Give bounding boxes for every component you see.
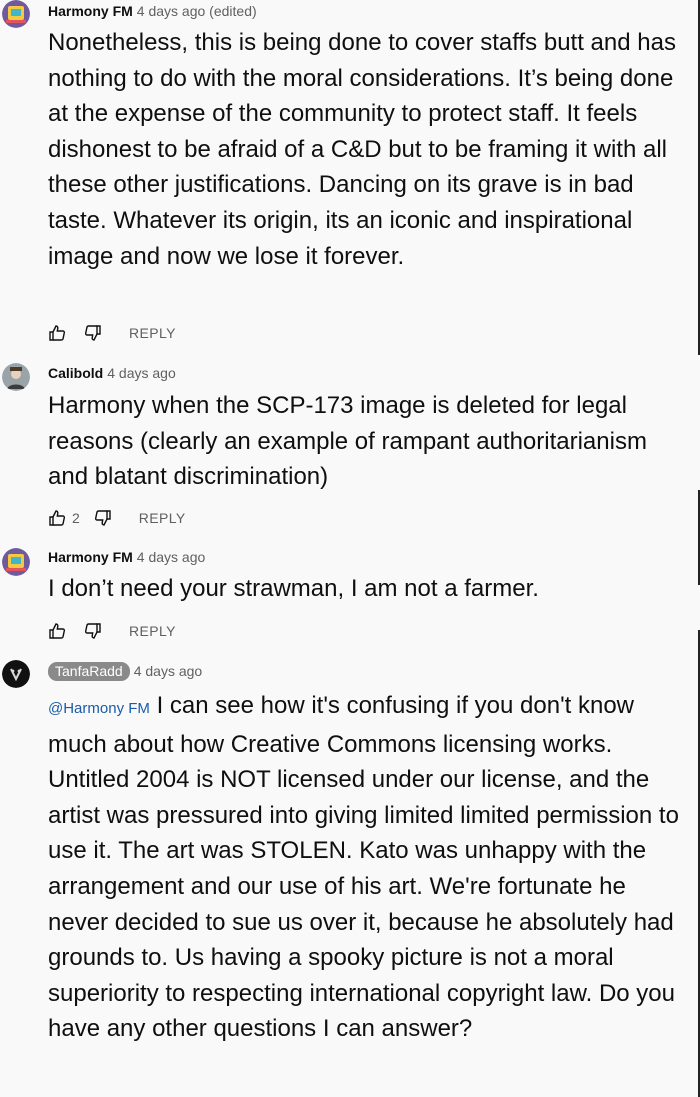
timestamp[interactable]: 4 days ago — [137, 549, 206, 565]
author-name[interactable]: Harmony FM — [48, 549, 133, 565]
reply-button[interactable]: REPLY — [129, 623, 176, 639]
comment-actions: 2 REPLY — [48, 507, 186, 529]
comment-actions: REPLY — [48, 322, 176, 344]
avatar[interactable] — [2, 660, 30, 688]
reply-button[interactable]: REPLY — [139, 510, 186, 526]
comment-text: Nonetheless, this is being done to cover… — [48, 29, 676, 270]
comment-actions: REPLY — [48, 620, 176, 642]
timestamp[interactable]: 4 days ago — [107, 365, 176, 381]
comment-text: @Harmony FM I can see how it's confusing… — [48, 688, 683, 1047]
comment-meta: Harmony FM 4 days ago (edited) — [48, 2, 257, 20]
comment-meta: Calibold 4 days ago — [48, 364, 176, 382]
reply-button[interactable]: REPLY — [129, 325, 176, 341]
like-count: 2 — [72, 510, 80, 526]
thumbs-down-icon[interactable] — [84, 622, 102, 640]
avatar[interactable] — [2, 363, 30, 391]
thumbs-down-icon[interactable] — [84, 324, 102, 342]
comment-text-content: I can see how it's confusing if you don'… — [48, 692, 679, 1043]
avatar[interactable] — [2, 0, 30, 28]
author-name[interactable]: Calibold — [48, 365, 103, 381]
thumbs-up-icon[interactable] — [48, 509, 66, 527]
timestamp[interactable]: 4 days ago (edited) — [137, 3, 257, 19]
avatar[interactable] — [2, 548, 30, 576]
comment-meta: TanfaRadd 4 days ago — [48, 662, 202, 681]
comment-text: Harmony when the SCP-173 image is delete… — [48, 392, 647, 491]
author-name[interactable]: Harmony FM — [48, 3, 133, 19]
thumbs-up-icon[interactable] — [48, 622, 66, 640]
author-name[interactable]: TanfaRadd — [48, 662, 130, 681]
timestamp[interactable]: 4 days ago — [134, 663, 203, 679]
mention-link[interactable]: @Harmony FM — [48, 700, 150, 717]
thumbs-down-icon[interactable] — [94, 509, 112, 527]
thumbs-up-icon[interactable] — [48, 324, 66, 342]
comment-text: I don’t need your strawman, I am not a f… — [48, 575, 539, 602]
comment-meta: Harmony FM 4 days ago — [48, 548, 205, 566]
